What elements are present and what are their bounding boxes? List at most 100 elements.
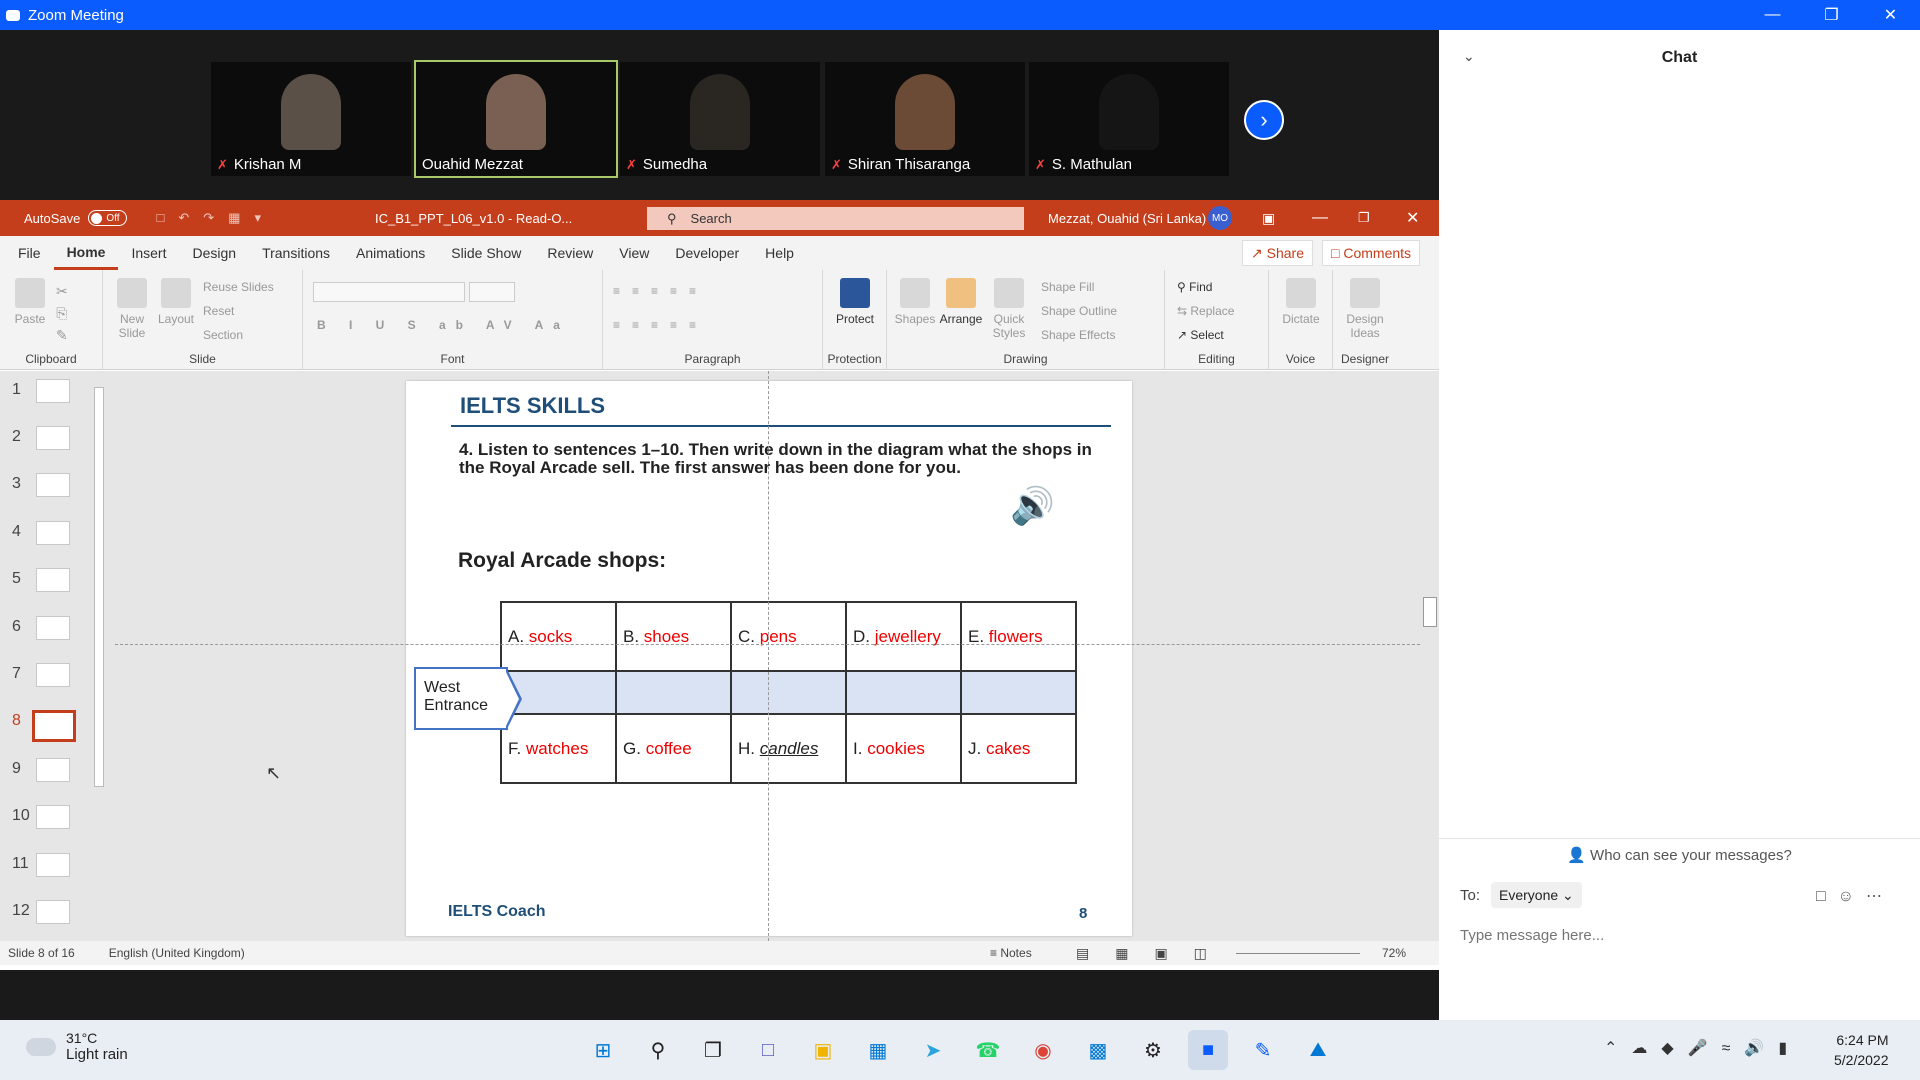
minimize-icon[interactable]: —	[1743, 0, 1802, 30]
ppt-restore-icon[interactable]: ❐	[1358, 210, 1370, 226]
participant-tile[interactable]: ✗ Shiran Thisaranga	[825, 62, 1025, 176]
select-button[interactable]: ↗ Select	[1177, 328, 1224, 342]
dictate-button[interactable]: Dictate	[1279, 278, 1323, 326]
mouse-cursor-icon: ↖	[266, 763, 282, 783]
slide-thumbnails: 1 2 3 4 5 6 7 8 9 10 11 12	[0, 371, 112, 941]
shape-fill-button[interactable]: Shape Fill	[1041, 280, 1094, 294]
chat-tool-icons[interactable]: □☺⋯	[1816, 886, 1894, 906]
chrome-icon[interactable]: ◉	[1023, 1030, 1063, 1070]
group-designer: Design Ideas Designer	[1333, 270, 1397, 370]
tab-animations[interactable]: Animations	[343, 236, 438, 270]
ppt-search-box[interactable]: ⚲ Search	[647, 207, 1024, 230]
section-button[interactable]: Section	[203, 328, 243, 342]
tab-developer[interactable]: Developer	[662, 236, 752, 270]
slide-editor: 1 2 3 4 5 6 7 8 9 10 11 12 IELTS SKILLS …	[0, 371, 1439, 941]
chat-title: Chat	[1661, 49, 1698, 66]
font-format-buttons[interactable]: B I U S ab AV Aa	[317, 318, 570, 332]
tab-file[interactable]: File	[5, 236, 54, 270]
group-drawing: Shapes Arrange Quick Styles Shape Fill S…	[887, 270, 1165, 370]
font-size-select[interactable]	[469, 282, 515, 302]
protect-button[interactable]: Protect	[831, 278, 879, 326]
shop-cell: C. pens	[730, 601, 847, 672]
view-buttons[interactable]: ▤▦▣◫	[1076, 945, 1233, 962]
tab-design[interactable]: Design	[179, 236, 249, 270]
taskbar-clock[interactable]: 6:24 PM 5/2/2022	[1834, 1030, 1889, 1070]
replace-button[interactable]: ⇆ Replace	[1177, 304, 1234, 318]
tab-view[interactable]: View	[606, 236, 662, 270]
slide-question: 4. Listen to sentences 1–10. Then write …	[459, 440, 1092, 477]
participant-tile[interactable]: ✗ S. Mathulan	[1029, 62, 1229, 176]
restore-icon[interactable]: ❐	[1802, 0, 1861, 30]
start-icon[interactable]: ⊞	[583, 1030, 623, 1070]
next-page-button[interactable]: ›	[1244, 100, 1284, 140]
quick-access-icons[interactable]: □↶↷▦▾	[157, 210, 275, 226]
app-icon[interactable]: ✎	[1243, 1030, 1283, 1070]
thumbnail-scrollbar[interactable]	[94, 375, 106, 935]
speaker-icon[interactable]: 🔊	[1010, 485, 1055, 527]
ppt-minimize-icon[interactable]: —	[1312, 209, 1328, 227]
align-buttons[interactable]: ≡≡≡≡≡	[613, 318, 708, 332]
windows-taskbar: 31°C Light rain ⊞ ⚲ ❐ □ ▣ ▦ ➤ ☎ ◉ ▩ ⚙ ■ …	[0, 1020, 1920, 1080]
shop-cell: G. coffee	[615, 713, 732, 784]
share-button[interactable]: ↗ Share	[1242, 240, 1313, 266]
group-slide: New Slide Layout Reuse Slides Reset Sect…	[103, 270, 303, 370]
ppt-close-icon[interactable]: ✕	[1406, 208, 1419, 228]
window-app-icon[interactable]: ▩	[1078, 1030, 1118, 1070]
user-avatar[interactable]: MO	[1208, 206, 1232, 230]
tab-insert[interactable]: Insert	[118, 236, 179, 270]
recipient-dropdown[interactable]: Everyone ⌄	[1491, 882, 1582, 908]
settings-icon[interactable]: ⚙	[1133, 1030, 1173, 1070]
whatsapp-icon[interactable]: ☎	[968, 1030, 1008, 1070]
task-view-icon[interactable]: ❐	[693, 1030, 733, 1070]
zoom-level[interactable]: 72%	[1382, 946, 1406, 960]
participant-tile[interactable]: ✗ Sumedha	[620, 62, 820, 176]
teams-chat-icon[interactable]: □	[748, 1030, 788, 1070]
participant-tile[interactable]: ✗ Krishan M	[211, 62, 411, 176]
taskbar-apps: ⊞ ⚲ ❐ □ ▣ ▦ ➤ ☎ ◉ ▩ ⚙ ■ ✎ ⛰	[583, 1030, 1353, 1070]
zoom-taskbar-icon[interactable]: ■	[1188, 1030, 1228, 1070]
store-icon[interactable]: ▦	[858, 1030, 898, 1070]
reset-button[interactable]: Reset	[203, 304, 234, 318]
notes-button[interactable]: ≡ Notes	[990, 946, 1032, 960]
comments-button[interactable]: □ Comments	[1322, 240, 1421, 266]
clipboard-icons[interactable]: ✂ ⎘ ✎	[56, 280, 68, 346]
new-slide-button[interactable]: New Slide	[111, 278, 153, 340]
participant-tile-active[interactable]: Ouahid Mezzat	[414, 60, 618, 178]
reuse-slides-button[interactable]: Reuse Slides	[203, 280, 274, 294]
arrange-button[interactable]: Arrange	[939, 278, 983, 326]
tab-help[interactable]: Help	[752, 236, 807, 270]
tab-transitions[interactable]: Transitions	[249, 236, 343, 270]
paste-button[interactable]: Paste	[14, 278, 46, 326]
zoom-slider[interactable]	[1236, 947, 1360, 959]
chat-panel: ⌄ Chat 👤 Who can see your messages? To: …	[1439, 30, 1920, 1020]
message-visibility-link[interactable]: 👤 Who can see your messages?	[1439, 838, 1920, 872]
editor-scrollbar[interactable]	[1421, 371, 1439, 941]
ribbon-display-icon[interactable]: ▣	[1262, 210, 1275, 227]
shape-outline-button[interactable]: Shape Outline	[1041, 304, 1117, 318]
quick-styles-button[interactable]: Quick Styles	[987, 278, 1031, 340]
design-ideas-button[interactable]: Design Ideas	[1343, 278, 1387, 340]
file-explorer-icon[interactable]: ▣	[803, 1030, 843, 1070]
zoom-app-icon	[6, 9, 20, 21]
autosave-toggle[interactable]: Off	[88, 210, 127, 226]
tab-slide-show[interactable]: Slide Show	[438, 236, 534, 270]
chat-message-input[interactable]	[1460, 920, 1900, 950]
slide-subheading: Royal Arcade shops:	[458, 549, 667, 572]
telegram-icon[interactable]: ➤	[913, 1030, 953, 1070]
find-button[interactable]: ⚲ Find	[1177, 280, 1212, 294]
close-icon[interactable]: ✕	[1861, 0, 1920, 30]
system-tray-icons[interactable]: ⌃☁◆🎤≈🔊▮	[1604, 1038, 1801, 1058]
photos-icon[interactable]: ⛰	[1298, 1030, 1338, 1070]
shape-effects-button[interactable]: Shape Effects	[1041, 328, 1116, 342]
font-family-select[interactable]	[313, 282, 465, 302]
weather-widget[interactable]: 31°C Light rain	[26, 1030, 128, 1063]
current-slide[interactable]: IELTS SKILLS 4. Listen to sentences 1–10…	[406, 381, 1132, 936]
tab-review[interactable]: Review	[534, 236, 606, 270]
layout-button[interactable]: Layout	[155, 278, 197, 326]
tab-home[interactable]: Home	[53, 236, 119, 270]
shapes-button[interactable]: Shapes	[893, 278, 937, 326]
list-buttons[interactable]: ≡≡≡≡≡	[613, 284, 708, 298]
walkway-cell	[615, 670, 732, 715]
language-indicator[interactable]: English (United Kingdom)	[109, 946, 245, 960]
search-icon[interactable]: ⚲	[638, 1030, 678, 1070]
